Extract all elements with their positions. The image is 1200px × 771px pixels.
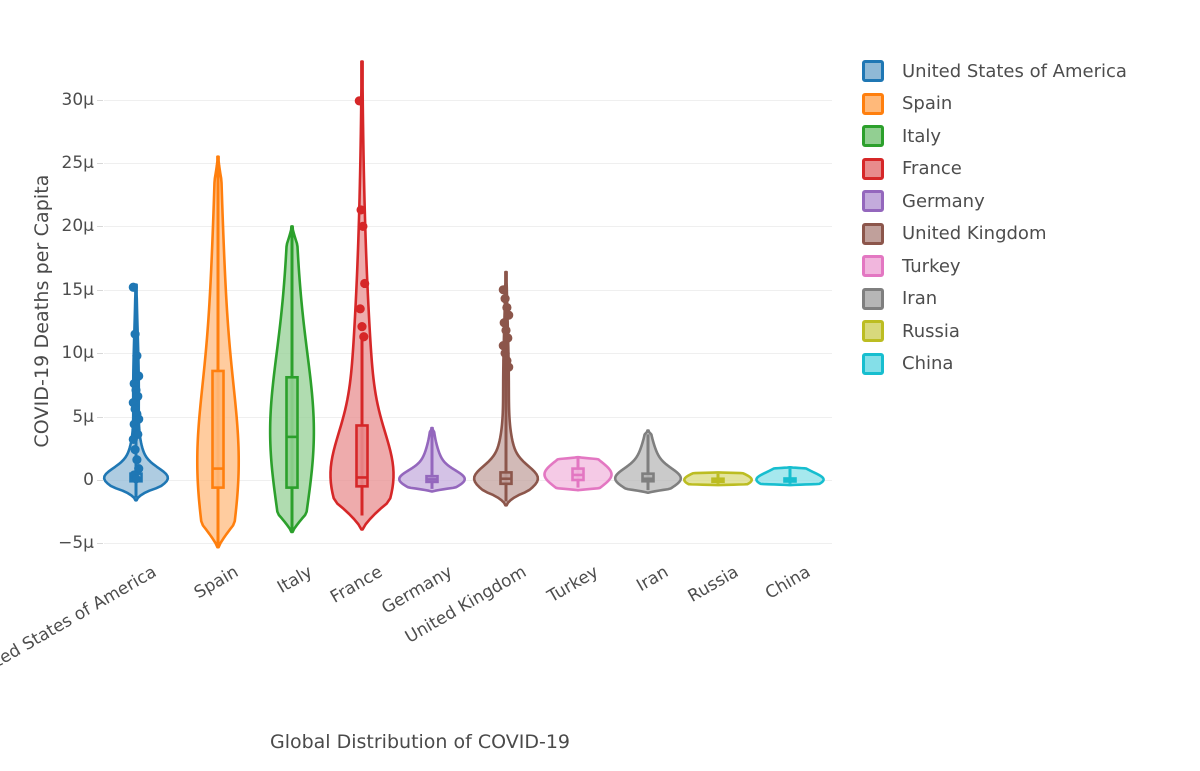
violin-italy[interactable] [268,225,316,534]
box-quartiles [285,375,299,489]
violin-chart-figure: 30μ 25μ 20μ 15μ 10μ 5μ 0 −5μ United States of A… [0,0,1200,771]
legend-swatch-icon [862,157,884,180]
legend-swatch-icon [862,320,884,343]
data-point [360,278,370,289]
violin-germany[interactable] [398,426,466,493]
legend-item-russia[interactable]: Russia [862,315,1192,348]
legend-swatch-icon [862,190,884,213]
y-axis-title: COVID-19 Deaths per Capita [31,174,53,448]
data-point [358,221,368,231]
legend-label: China [902,353,954,375]
legend-swatch-icon [862,125,884,148]
box-quartiles [211,369,225,489]
legend-item-spain[interactable]: Spain [862,88,1192,121]
data-point [132,351,142,361]
data-point [498,340,508,351]
data-point [359,332,369,342]
legend-swatch-icon [862,287,884,310]
legend-label: Germany [902,190,985,212]
data-point [504,362,514,372]
data-point [357,321,367,332]
legend-item-france[interactable]: France [862,153,1192,186]
legend-label: Russia [902,320,960,342]
legend-item-italy[interactable]: Italy [862,120,1192,153]
data-point [354,96,364,106]
violin-iran[interactable] [613,429,683,494]
data-point [130,444,140,455]
violin-china[interactable] [755,466,825,487]
data-point [132,455,142,465]
legend-item-germany[interactable]: Germany [862,185,1192,218]
legend-label: Turkey [902,255,961,277]
data-point [498,285,508,295]
data-point [502,302,512,313]
legend-item-china[interactable]: China [862,348,1192,381]
legend-swatch-icon [862,352,884,375]
violin-spain[interactable] [195,155,241,549]
legend-swatch-icon [862,92,884,115]
legend-item-iran[interactable]: Iran [862,283,1192,316]
legend-label: Iran [902,288,938,310]
violin-russia[interactable] [683,471,753,487]
data-point [128,282,138,292]
data-point [501,325,511,335]
legend-label: Italy [902,125,942,147]
x-axis-title: Global Distribution of COVID-19 [269,731,571,753]
violin-united-states-of-america[interactable] [102,282,170,502]
legend-item-united-kingdom[interactable]: United Kingdom [862,218,1192,251]
legend-swatch-icon [862,255,884,278]
data-point [356,205,366,215]
legend-swatch-icon [862,60,884,83]
legend-label: France [902,158,962,180]
data-point [134,371,144,381]
legend-label: Spain [902,93,953,115]
legend-label: United Kingdom [902,223,1047,245]
data-point [500,348,510,358]
legend: United States of America Spain Italy France… [862,55,1192,380]
violin-france[interactable] [329,60,395,531]
violin-united-kingdom[interactable] [472,270,540,507]
data-point [128,434,138,445]
legend-item-turkey[interactable]: Turkey [862,250,1192,283]
violin-turkey[interactable] [543,455,613,492]
legend-swatch-icon [862,222,884,245]
data-point [131,474,141,484]
data-point [503,333,513,343]
data-point [355,304,365,314]
data-point [504,310,514,320]
data-point [500,294,510,304]
data-point [130,329,140,339]
legend-item-united-states-of-america[interactable]: United States of America [862,55,1192,88]
legend-label: United States of America [902,60,1127,82]
data-point [499,318,509,328]
